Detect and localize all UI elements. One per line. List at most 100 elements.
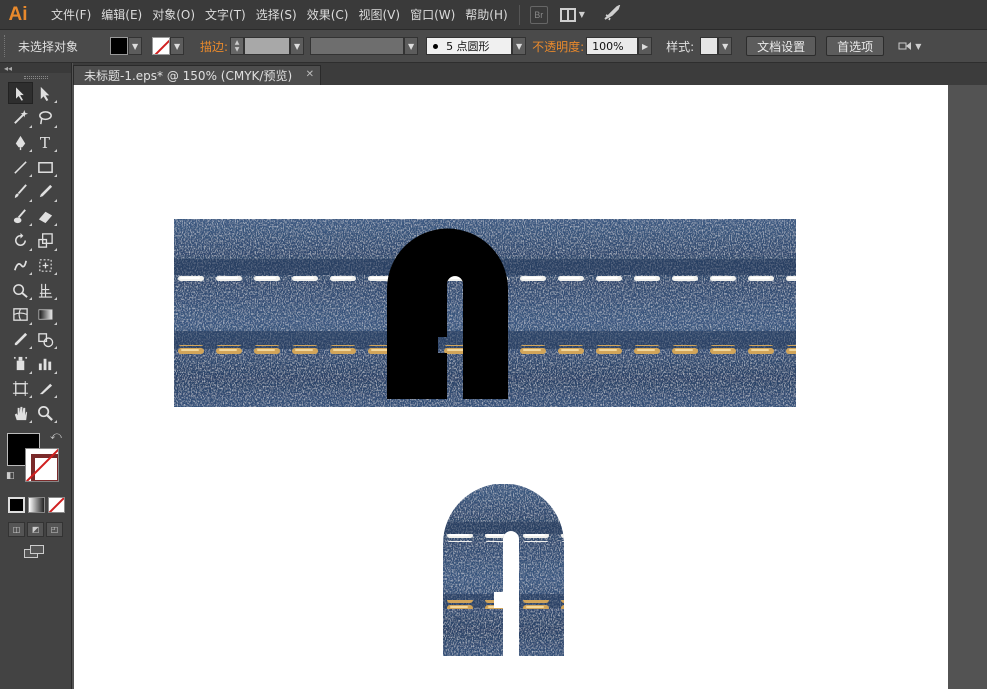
lasso-tool[interactable] (33, 107, 58, 129)
chevron-down-icon: ▼ (578, 10, 585, 19)
profile-dropdown-arrow[interactable]: ▼ (404, 37, 419, 55)
rectangle-icon (38, 161, 53, 173)
zoom-tool[interactable] (33, 402, 58, 424)
none-mode-button[interactable] (48, 497, 65, 514)
selection-tool[interactable] (8, 82, 33, 105)
menu-bar: Ai 文件(F) 编辑(E) 对象(O) 文字(T) 选择(S) 效果(C) 视… (0, 0, 987, 30)
column-graph-tool[interactable] (33, 353, 58, 375)
tool-row (0, 106, 71, 131)
stroke-swatch[interactable] (152, 37, 171, 55)
pen-tool[interactable] (8, 131, 33, 153)
line-segment-tool[interactable] (8, 156, 33, 178)
rectangle-tool[interactable] (33, 156, 58, 178)
variable-width-profile[interactable] (310, 37, 405, 55)
mesh-tool[interactable] (8, 304, 33, 326)
graphic-style-swatch[interactable] (700, 37, 719, 55)
panel-grip[interactable] (4, 35, 8, 57)
artboard-tool[interactable] (8, 377, 33, 399)
draw-inside-icon[interactable]: ◰ (46, 522, 63, 538)
free-transform-tool[interactable] (33, 254, 58, 276)
stroke-weight-field[interactable] (244, 37, 291, 55)
perspective-grid-icon (38, 283, 53, 298)
hand-tool[interactable] (8, 402, 33, 424)
menu-select[interactable]: 选择(S) (251, 0, 302, 30)
gradient-tool[interactable] (33, 304, 58, 326)
hand-icon (14, 406, 28, 420)
menu-edit[interactable]: 编辑(E) (96, 0, 147, 30)
magic-wand-icon (14, 110, 29, 125)
menu-window[interactable]: 窗口(W) (405, 0, 460, 30)
opacity-field[interactable]: 100% (586, 37, 639, 55)
stroke-weight-dropdown-arrow[interactable]: ▼ (290, 37, 305, 55)
menu-help[interactable]: 帮助(H) (460, 0, 512, 30)
collapse-panel-icon[interactable]: ◂◂ (0, 63, 71, 73)
menu-object[interactable]: 对象(O) (147, 0, 200, 30)
blob-brush-tool[interactable] (8, 205, 33, 227)
canvas-area[interactable] (73, 85, 987, 689)
perspective-grid-tool[interactable] (33, 279, 58, 301)
draw-normal-icon[interactable]: ◫ (8, 522, 25, 538)
workspace-grid-icon (559, 7, 576, 22)
tool-row (0, 204, 71, 229)
menu-effect[interactable]: 效果(C) (302, 0, 354, 30)
style-dropdown-arrow[interactable]: ▼ (718, 37, 733, 55)
magic-wand-tool[interactable] (8, 107, 33, 129)
stroke-weight-label[interactable]: 描边: (200, 38, 228, 55)
rotate-tool[interactable] (8, 230, 33, 252)
denim-letter-shape[interactable] (443, 484, 564, 656)
stroke-dropdown-arrow[interactable]: ▼ (170, 37, 185, 55)
gradient-mode-button[interactable] (28, 497, 45, 514)
document-tab-bar: 未标题-1.eps* @ 150% (CMYK/预览) ✕ (73, 63, 987, 85)
brush-definition[interactable]: 5 点圆形 (426, 37, 513, 55)
opacity-label[interactable]: 不透明度: (532, 38, 584, 55)
scale-tool[interactable] (33, 230, 58, 252)
fill-dropdown-arrow[interactable]: ▼ (128, 37, 143, 55)
eyedropper-tool[interactable] (8, 328, 33, 350)
color-mode-row (0, 497, 71, 514)
tool-row (0, 278, 71, 303)
document-setup-button[interactable]: 文档设置 (746, 36, 817, 56)
draw-behind-icon[interactable]: ◩ (27, 522, 44, 538)
brush-dot-icon (433, 43, 439, 49)
stroke-weight-spinner[interactable]: ▲ ▼ (230, 37, 245, 55)
pen-icon (15, 135, 26, 151)
brush-dropdown-arrow[interactable]: ▼ (512, 37, 527, 55)
blend-tool[interactable] (33, 328, 58, 350)
fill-swatch[interactable] (110, 37, 129, 55)
default-fill-stroke-icon[interactable]: ◧ (6, 471, 15, 481)
opacity-slider-arrow[interactable]: ▶ (638, 37, 653, 55)
menu-view[interactable]: 视图(V) (353, 0, 405, 30)
type-tool[interactable]: T (33, 131, 58, 153)
artboard[interactable] (74, 85, 948, 689)
menu-type[interactable]: 文字(T) (200, 0, 251, 30)
document-tab[interactable]: 未标题-1.eps* @ 150% (CMYK/预览) ✕ (73, 65, 321, 85)
shape-builder-tool[interactable] (8, 279, 33, 301)
color-mode-button[interactable] (8, 497, 25, 514)
close-icon[interactable]: ✕ (306, 69, 314, 80)
denim-rectangle-with-letter[interactable] (174, 219, 796, 407)
warp-tool[interactable] (8, 254, 33, 276)
bridge-button[interactable]: Br (529, 5, 548, 24)
paintbrush-tool[interactable] (8, 181, 33, 203)
direct-selection-tool[interactable] (33, 82, 58, 104)
eraser-tool[interactable] (33, 205, 58, 227)
menu-file[interactable]: 文件(F) (46, 0, 96, 30)
tools-panel-grip[interactable] (0, 73, 71, 81)
tool-row (0, 179, 71, 204)
pencil-tool[interactable] (33, 181, 58, 203)
slice-tool[interactable] (33, 377, 58, 399)
preferences-button[interactable]: 首选项 (826, 36, 885, 56)
swap-fill-stroke-icon[interactable]: ⤺ (50, 429, 62, 443)
paintbrush-icon (14, 184, 27, 199)
rotate-icon (15, 233, 26, 247)
workspace-switcher[interactable]: ▼ (559, 7, 585, 22)
panel-menu-icon[interactable]: ▼ (898, 40, 921, 52)
stroke-color-box[interactable] (25, 448, 59, 483)
zoom-icon (38, 405, 53, 421)
type-icon: T (40, 134, 50, 151)
line-segment-icon (14, 160, 27, 174)
screen-mode-icon[interactable] (24, 545, 46, 559)
gpu-performance-icon[interactable] (603, 3, 621, 25)
symbol-sprayer-tool[interactable] (8, 353, 33, 375)
symbol-sprayer-icon (13, 357, 28, 371)
